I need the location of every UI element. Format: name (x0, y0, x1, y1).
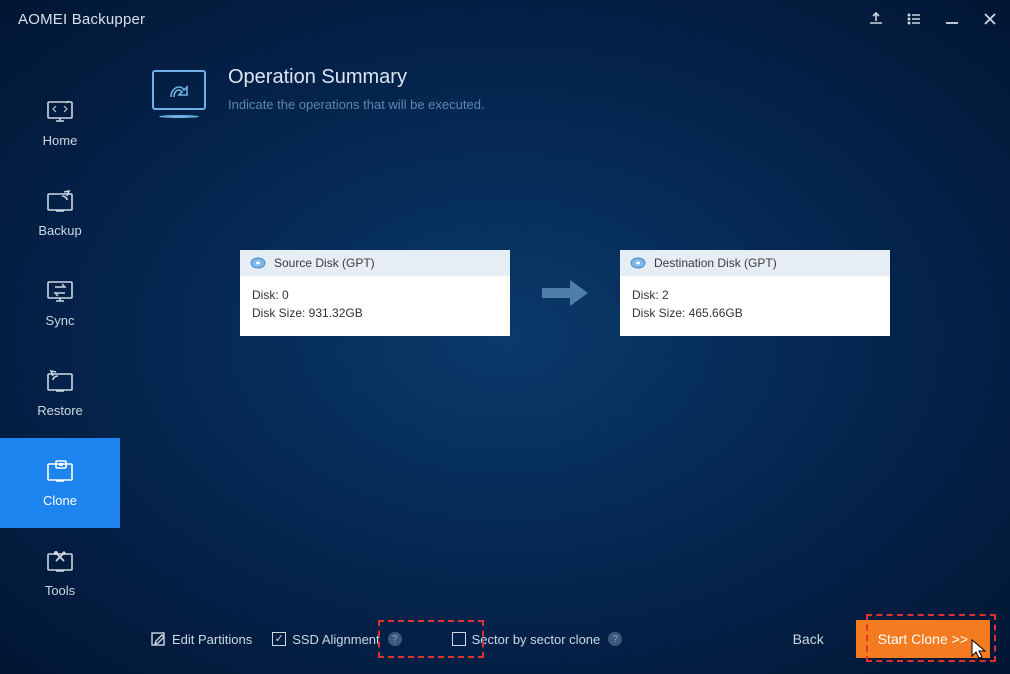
page-subtitle: Indicate the operations that will be exe… (228, 97, 485, 112)
footer: Edit Partitions SSD Alignment ? Sector b… (120, 604, 1010, 674)
operation-summary-icon (150, 66, 208, 120)
sidebar-item-home[interactable]: Home (0, 78, 120, 168)
page-header: Operation Summary Indicate the operation… (120, 38, 1010, 120)
sector-clone-checkbox[interactable]: Sector by sector clone ? (452, 632, 623, 647)
destination-disk-card: Destination Disk (GPT) Disk: 2 Disk Size… (620, 250, 890, 336)
sidebar-item-label: Tools (45, 583, 75, 598)
sidebar: Home Backup Sync Restore (0, 38, 120, 674)
sidebar-item-clone[interactable]: Clone (0, 438, 120, 528)
home-icon (46, 99, 74, 123)
titlebar: AOMEI Backupper (0, 0, 1010, 38)
back-button[interactable]: Back (781, 623, 836, 655)
checkbox-unchecked-icon (452, 632, 466, 646)
sidebar-item-sync[interactable]: Sync (0, 258, 120, 348)
start-clone-button[interactable]: Start Clone >> (856, 620, 990, 658)
minimize-icon[interactable] (944, 11, 960, 27)
arrow-icon (540, 278, 590, 308)
destination-disk-number: Disk: 2 (632, 286, 878, 304)
upgrade-icon[interactable] (868, 11, 884, 27)
ssd-alignment-checkbox[interactable]: SSD Alignment ? (272, 632, 401, 647)
sidebar-item-restore[interactable]: Restore (0, 348, 120, 438)
sidebar-item-label: Restore (37, 403, 83, 418)
sync-icon (46, 279, 74, 303)
menu-icon[interactable] (906, 11, 922, 27)
disk-icon (250, 257, 266, 269)
source-disk-title: Source Disk (GPT) (274, 256, 375, 270)
disk-icon (630, 257, 646, 269)
source-disk-number: Disk: 0 (252, 286, 498, 304)
source-disk-size: Disk Size: 931.32GB (252, 304, 498, 322)
restore-icon (46, 369, 74, 393)
sidebar-item-label: Clone (43, 493, 77, 508)
info-icon[interactable]: ? (608, 632, 622, 646)
sidebar-item-label: Home (43, 133, 78, 148)
close-icon[interactable] (982, 11, 998, 27)
sidebar-item-label: Backup (38, 223, 81, 238)
clone-icon (46, 459, 74, 483)
backup-icon (46, 189, 74, 213)
edit-partitions-link[interactable]: Edit Partitions (150, 631, 252, 647)
info-icon[interactable]: ? (388, 632, 402, 646)
app-title: AOMEI Backupper (18, 11, 868, 28)
tools-icon (46, 549, 74, 573)
page-title: Operation Summary (228, 66, 485, 89)
destination-disk-title: Destination Disk (GPT) (654, 256, 777, 270)
source-disk-card: Source Disk (GPT) Disk: 0 Disk Size: 931… (240, 250, 510, 336)
destination-disk-size: Disk Size: 465.66GB (632, 304, 878, 322)
checkbox-checked-icon (272, 632, 286, 646)
sidebar-item-tools[interactable]: Tools (0, 528, 120, 618)
sidebar-item-label: Sync (46, 313, 75, 328)
sidebar-item-backup[interactable]: Backup (0, 168, 120, 258)
